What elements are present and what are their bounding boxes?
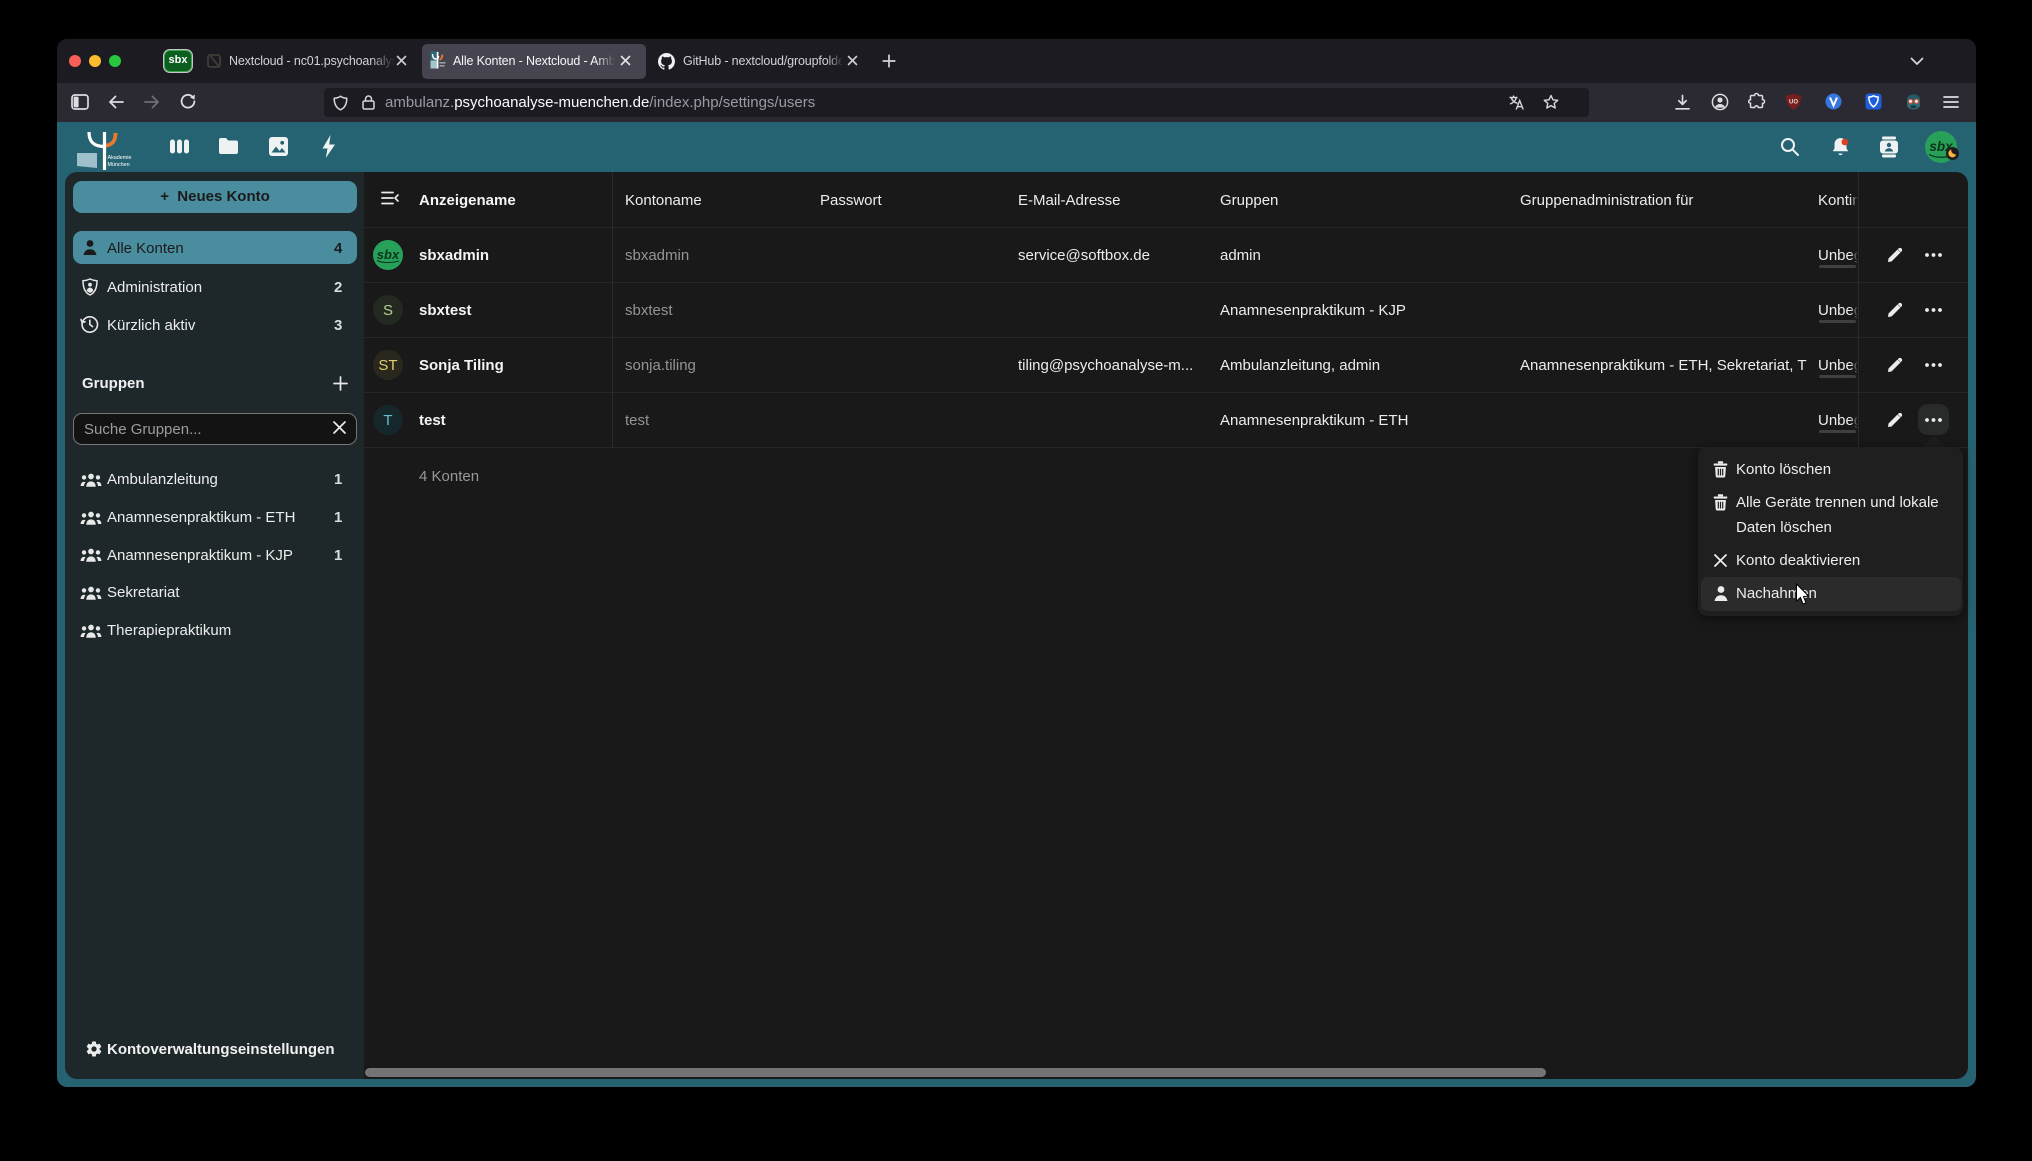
- svg-text:München: München: [108, 162, 130, 168]
- svg-text:Akademie: Akademie: [108, 155, 132, 161]
- svg-text:UO: UO: [1789, 100, 1798, 106]
